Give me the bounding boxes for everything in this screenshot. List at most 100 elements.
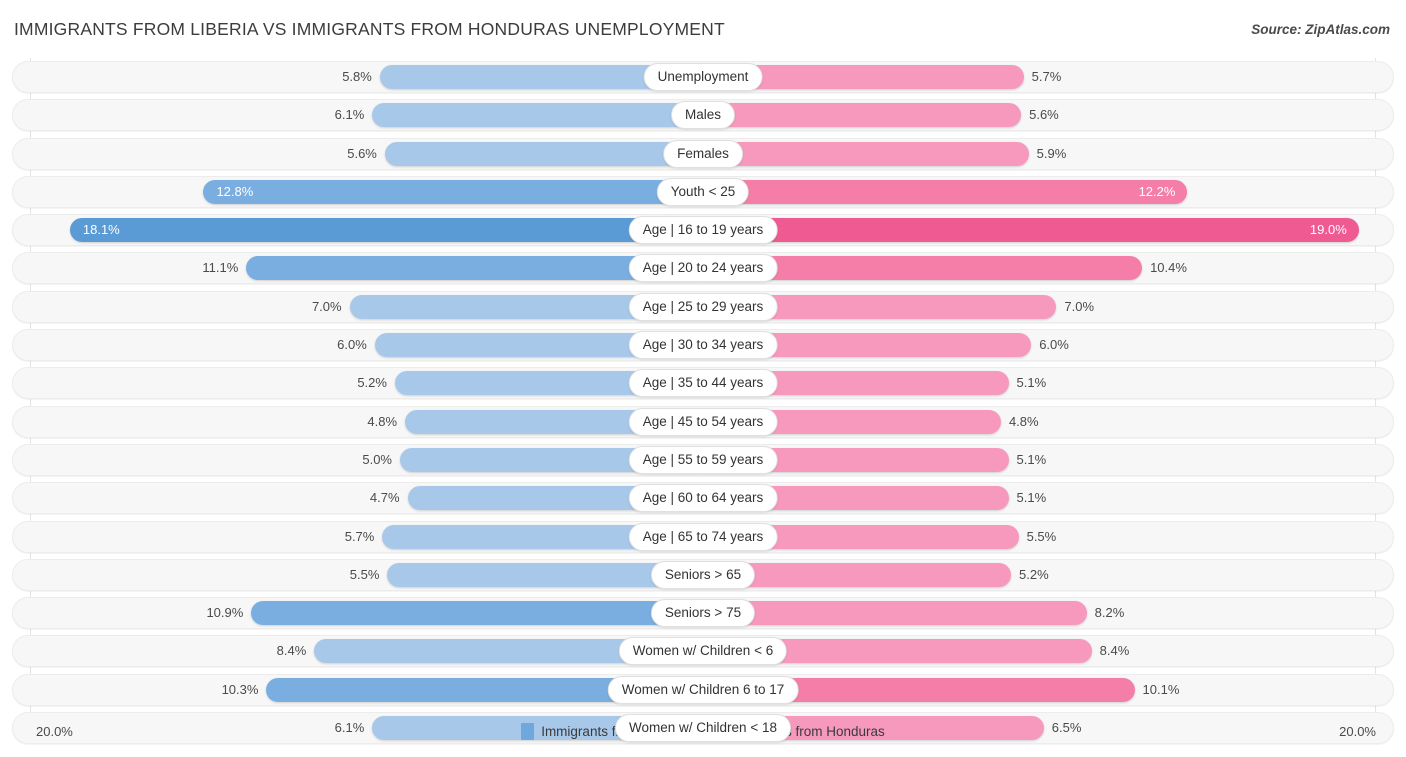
category-label: Women w/ Children < 6 bbox=[618, 637, 788, 666]
bar-value-right: 19.0% bbox=[1309, 222, 1347, 238]
category-label: Seniors > 65 bbox=[650, 560, 756, 589]
legend-swatch-icon bbox=[521, 723, 535, 740]
bar-left bbox=[203, 179, 703, 204]
category-label: Males bbox=[670, 101, 736, 130]
bar-row-inner: 11.1% 10.4% Age | 20 to 24 years bbox=[13, 253, 1393, 283]
bar-value-left: 5.7% bbox=[344, 528, 375, 544]
bar-right bbox=[703, 103, 1022, 128]
bar-value-right: 5.6% bbox=[1029, 107, 1059, 123]
bar-row-inner: 5.8% 5.7% Unemployment bbox=[13, 62, 1393, 92]
bar-row-inner: 5.6% 5.9% Females bbox=[13, 139, 1393, 169]
bar-left bbox=[372, 103, 703, 128]
bar-value-left: 8.4% bbox=[276, 643, 307, 659]
bar-value-left: 7.0% bbox=[311, 298, 342, 314]
bar-row-inner: 10.9% 8.2% Seniors > 75 bbox=[13, 598, 1393, 628]
bar-value-left: 12.8% bbox=[216, 183, 254, 199]
category-label: Age | 60 to 64 years bbox=[628, 484, 778, 513]
bar-row-inner: 5.7% 5.5% Age | 65 to 74 years bbox=[13, 522, 1393, 552]
bar-row: 4.7% 5.1% Age | 60 to 64 years bbox=[12, 482, 1394, 515]
bar-left bbox=[69, 218, 703, 243]
bar-value-right: 10.4% bbox=[1150, 260, 1187, 276]
bar-value-left: 4.8% bbox=[367, 413, 398, 429]
bar-value-right: 5.2% bbox=[1019, 566, 1049, 582]
bar-value-right: 4.8% bbox=[1008, 413, 1039, 429]
bar-right bbox=[703, 179, 1188, 204]
category-label: Age | 55 to 59 years bbox=[628, 445, 778, 474]
bar-row: 18.1% 19.0% Age | 16 to 19 years bbox=[12, 214, 1394, 247]
bar-value-right: 5.1% bbox=[1016, 490, 1047, 506]
bar-row: 11.1% 10.4% Age | 20 to 24 years bbox=[12, 252, 1394, 285]
bar-value-left: 10.9% bbox=[206, 605, 244, 621]
bar-row-inner: 10.3% 10.1% Women w/ Children 6 to 17 bbox=[13, 675, 1393, 705]
category-label: Age | 16 to 19 years bbox=[628, 216, 778, 245]
bar-row-inner: 7.0% 7.0% Age | 25 to 29 years bbox=[13, 292, 1393, 322]
category-label: Youth < 25 bbox=[656, 177, 750, 206]
chart-header: IMMIGRANTS FROM LIBERIA VS IMMIGRANTS FR… bbox=[0, 0, 1406, 58]
bar-value-left: 5.5% bbox=[349, 566, 380, 582]
bar-row: 8.4% 8.4% Women w/ Children < 6 bbox=[12, 635, 1394, 668]
bar-row: 4.8% 4.8% Age | 45 to 54 years bbox=[12, 405, 1394, 438]
bar-value-left: 11.1% bbox=[202, 260, 239, 276]
bar-value-left: 5.2% bbox=[357, 375, 387, 391]
bar-left bbox=[251, 601, 703, 626]
bar-value-right: 8.2% bbox=[1094, 605, 1125, 621]
bar-row-inner: 12.8% 12.2% Youth < 25 bbox=[13, 177, 1393, 207]
bar-value-right: 8.4% bbox=[1099, 643, 1130, 659]
bar-value-left: 5.0% bbox=[362, 451, 392, 467]
source-attribution: Source: ZipAtlas.com bbox=[1251, 22, 1390, 37]
bar-row: 12.8% 12.2% Youth < 25 bbox=[12, 175, 1394, 208]
category-label: Age | 20 to 24 years bbox=[628, 254, 778, 283]
bar-value-right: 5.1% bbox=[1016, 451, 1047, 467]
bar-value-left: 4.7% bbox=[369, 490, 400, 506]
bar-row: 5.7% 5.5% Age | 65 to 74 years bbox=[12, 520, 1394, 553]
bar-value-right: 10.1% bbox=[1142, 681, 1180, 697]
bar-value-left: 10.3% bbox=[221, 681, 259, 697]
category-label: Females bbox=[663, 139, 743, 168]
bar-value-left: 6.1% bbox=[334, 107, 365, 123]
category-label: Seniors > 75 bbox=[650, 599, 756, 628]
bar-rows-container: 5.8% 5.7% Unemployment 6.1% 5.6% Males 5.6% 5.9… bbox=[0, 61, 1406, 750]
category-label: Age | 45 to 54 years bbox=[628, 407, 778, 436]
bar-value-left: 5.8% bbox=[342, 69, 372, 84]
bar-value-right: 5.9% bbox=[1036, 145, 1067, 161]
bar-value-right: 5.1% bbox=[1016, 375, 1047, 391]
bar-row: 5.2% 5.1% Age | 35 to 44 years bbox=[12, 367, 1394, 400]
bar-row: 7.0% 7.0% Age | 25 to 29 years bbox=[12, 290, 1394, 323]
page-title: IMMIGRANTS FROM LIBERIA VS IMMIGRANTS FR… bbox=[14, 19, 725, 39]
bar-row-inner: 4.8% 4.8% Age | 45 to 54 years bbox=[13, 407, 1393, 437]
bar-value-right: 12.2% bbox=[1138, 183, 1176, 199]
category-label: Age | 65 to 74 years bbox=[628, 522, 778, 551]
bar-row-inner: 18.1% 19.0% Age | 16 to 19 years bbox=[13, 215, 1393, 245]
category-label: Age | 25 to 29 years bbox=[628, 292, 778, 321]
category-label: Age | 35 to 44 years bbox=[628, 369, 778, 398]
bar-value-right: 6.0% bbox=[1039, 337, 1069, 353]
bar-value-left: 5.6% bbox=[347, 145, 377, 161]
chart-plot-area: 5.8% 5.7% Unemployment 6.1% 5.6% Males 5.6% 5.9… bbox=[0, 58, 1406, 745]
bar-right bbox=[703, 141, 1029, 166]
bar-row-inner: 5.5% 5.2% Seniors > 65 bbox=[13, 560, 1393, 590]
bar-row: 10.3% 10.1% Women w/ Children 6 to 17 bbox=[12, 673, 1394, 706]
bar-row-inner: 4.7% 5.1% Age | 60 to 64 years bbox=[13, 483, 1393, 513]
bar-row-inner: 6.0% 6.0% Age | 30 to 34 years bbox=[13, 330, 1393, 360]
bar-left bbox=[384, 141, 703, 166]
bar-value-left: 6.0% bbox=[337, 337, 367, 353]
bar-value-right: 5.5% bbox=[1026, 528, 1057, 544]
bar-value-left: 6.1% bbox=[334, 720, 365, 736]
bar-value-left: 18.1% bbox=[82, 222, 120, 238]
bar-row: 5.0% 5.1% Age | 55 to 59 years bbox=[12, 443, 1394, 476]
bar-right bbox=[703, 218, 1359, 243]
category-label: Women w/ Children 6 to 17 bbox=[607, 675, 799, 704]
bar-row: 5.8% 5.7% Unemployment bbox=[12, 61, 1394, 93]
bar-row-inner: 5.0% 5.1% Age | 55 to 59 years bbox=[13, 445, 1393, 475]
category-label: Age | 30 to 34 years bbox=[628, 331, 778, 360]
bar-row: 5.5% 5.2% Seniors > 65 bbox=[12, 558, 1394, 591]
bar-value-right: 6.5% bbox=[1051, 720, 1082, 736]
category-label: Unemployment bbox=[643, 63, 763, 91]
bar-row-inner: 8.4% 8.4% Women w/ Children < 6 bbox=[13, 636, 1393, 666]
bar-value-right: 7.0% bbox=[1064, 298, 1095, 314]
bar-row-inner: 6.1% 5.6% Males bbox=[13, 100, 1393, 130]
bar-value-right: 5.7% bbox=[1031, 69, 1062, 84]
bar-row: 6.1% 5.6% Males bbox=[12, 99, 1394, 132]
bar-row: 10.9% 8.2% Seniors > 75 bbox=[12, 597, 1394, 630]
bar-right bbox=[703, 601, 1087, 626]
